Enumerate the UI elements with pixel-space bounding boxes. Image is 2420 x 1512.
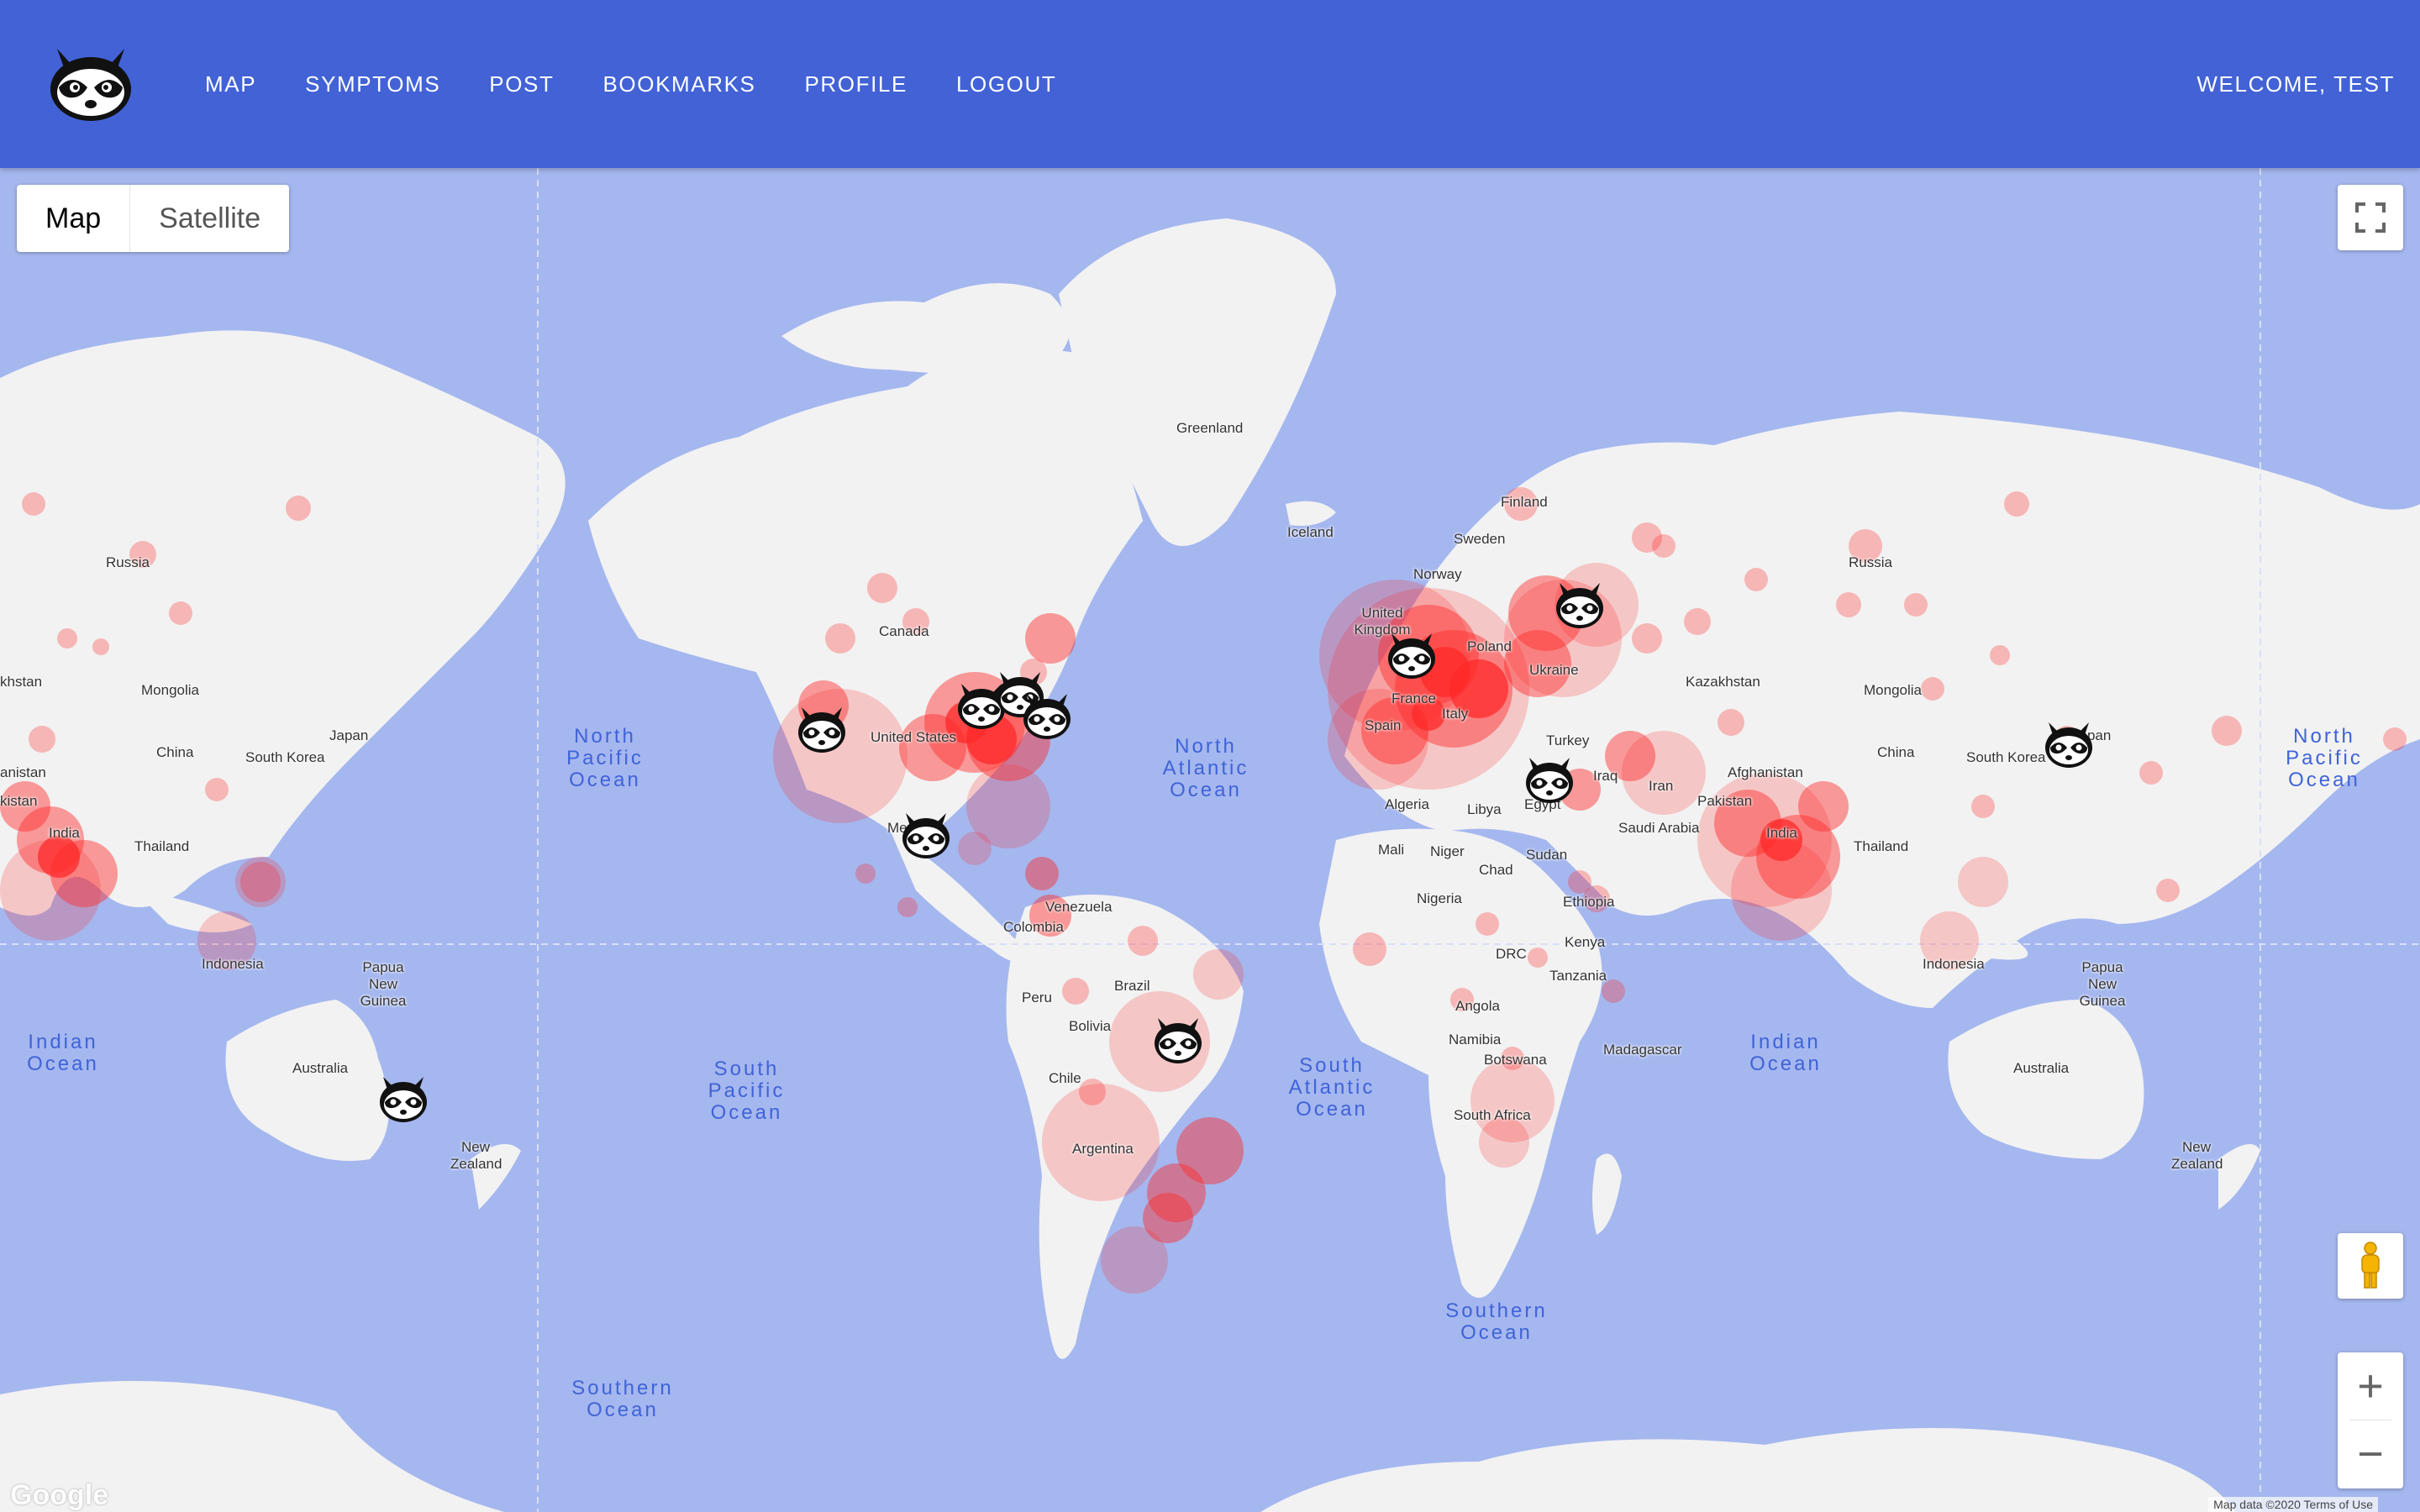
nav-symptoms-link[interactable]: SYMPTOMS: [305, 71, 440, 97]
map-type-map-button[interactable]: Map: [17, 185, 131, 252]
raccoon-marker[interactable]: [1553, 580, 1607, 630]
main-nav: MAP SYMPTOMS POST BOOKMARKS PROFILE LOGO…: [205, 0, 1105, 168]
street-view-pegman-button[interactable]: [2338, 1233, 2403, 1299]
map-type-control: Map Satellite: [17, 185, 290, 252]
nav-profile-link[interactable]: PROFILE: [804, 71, 907, 97]
nav-map-link[interactable]: MAP: [205, 71, 256, 97]
raccoon-marker[interactable]: [1020, 690, 1074, 741]
land-iceland: [1286, 501, 1336, 526]
land-asia-left: [0, 330, 566, 916]
pegman-icon: [2361, 1242, 2380, 1289]
zoom-out-icon: −: [2357, 1429, 2384, 1479]
nav-post-link[interactable]: POST: [489, 71, 554, 97]
zoom-out-button[interactable]: −: [2338, 1420, 2403, 1488]
raccoon-logo-icon[interactable]: [47, 44, 134, 124]
zoom-in-button[interactable]: +: [2338, 1352, 2403, 1420]
land-canada-islands: [781, 283, 1070, 374]
raccoon-marker[interactable]: [1385, 630, 1439, 680]
world-map[interactable]: Map Satellite + − Greenland Iceland Finl…: [0, 168, 2420, 1512]
top-navbar: MAP SYMPTOMS POST BOOKMARKS PROFILE LOGO…: [0, 0, 2420, 168]
land-africa: [1319, 828, 1602, 1298]
raccoon-marker[interactable]: [1151, 1015, 1205, 1065]
land-masses: [0, 218, 2420, 1512]
zoom-control: + −: [2338, 1352, 2403, 1488]
welcome-text: WELCOME, TEST: [2196, 71, 2395, 97]
raccoon-marker[interactable]: [2042, 719, 2096, 769]
nav-logout-link[interactable]: LOGOUT: [956, 71, 1056, 97]
raccoon-marker[interactable]: [1523, 754, 1576, 805]
land-nz-right: [2218, 1144, 2260, 1210]
fullscreen-icon: [2355, 202, 2386, 233]
land-australia-left: [225, 1000, 389, 1161]
land-australia-right: [1948, 1000, 2144, 1159]
map-base-layer: [0, 168, 2420, 1512]
map-attribution[interactable]: Map data ©2020 Terms of Use: [2208, 1497, 2378, 1512]
fullscreen-button[interactable]: [2338, 185, 2403, 250]
land-madagascar: [1592, 1153, 1622, 1235]
raccoon-marker[interactable]: [899, 810, 953, 860]
land-nz-left: [471, 1144, 521, 1210]
raccoon-marker[interactable]: [795, 704, 849, 754]
land-antarctica-2: [1260, 1428, 2235, 1512]
map-type-satellite-button[interactable]: Satellite: [130, 185, 289, 252]
nav-bookmarks-link[interactable]: BOOKMARKS: [602, 71, 755, 97]
zoom-in-icon: +: [2357, 1361, 2384, 1411]
google-logo[interactable]: Google: [10, 1479, 108, 1512]
raccoon-marker[interactable]: [376, 1074, 430, 1124]
